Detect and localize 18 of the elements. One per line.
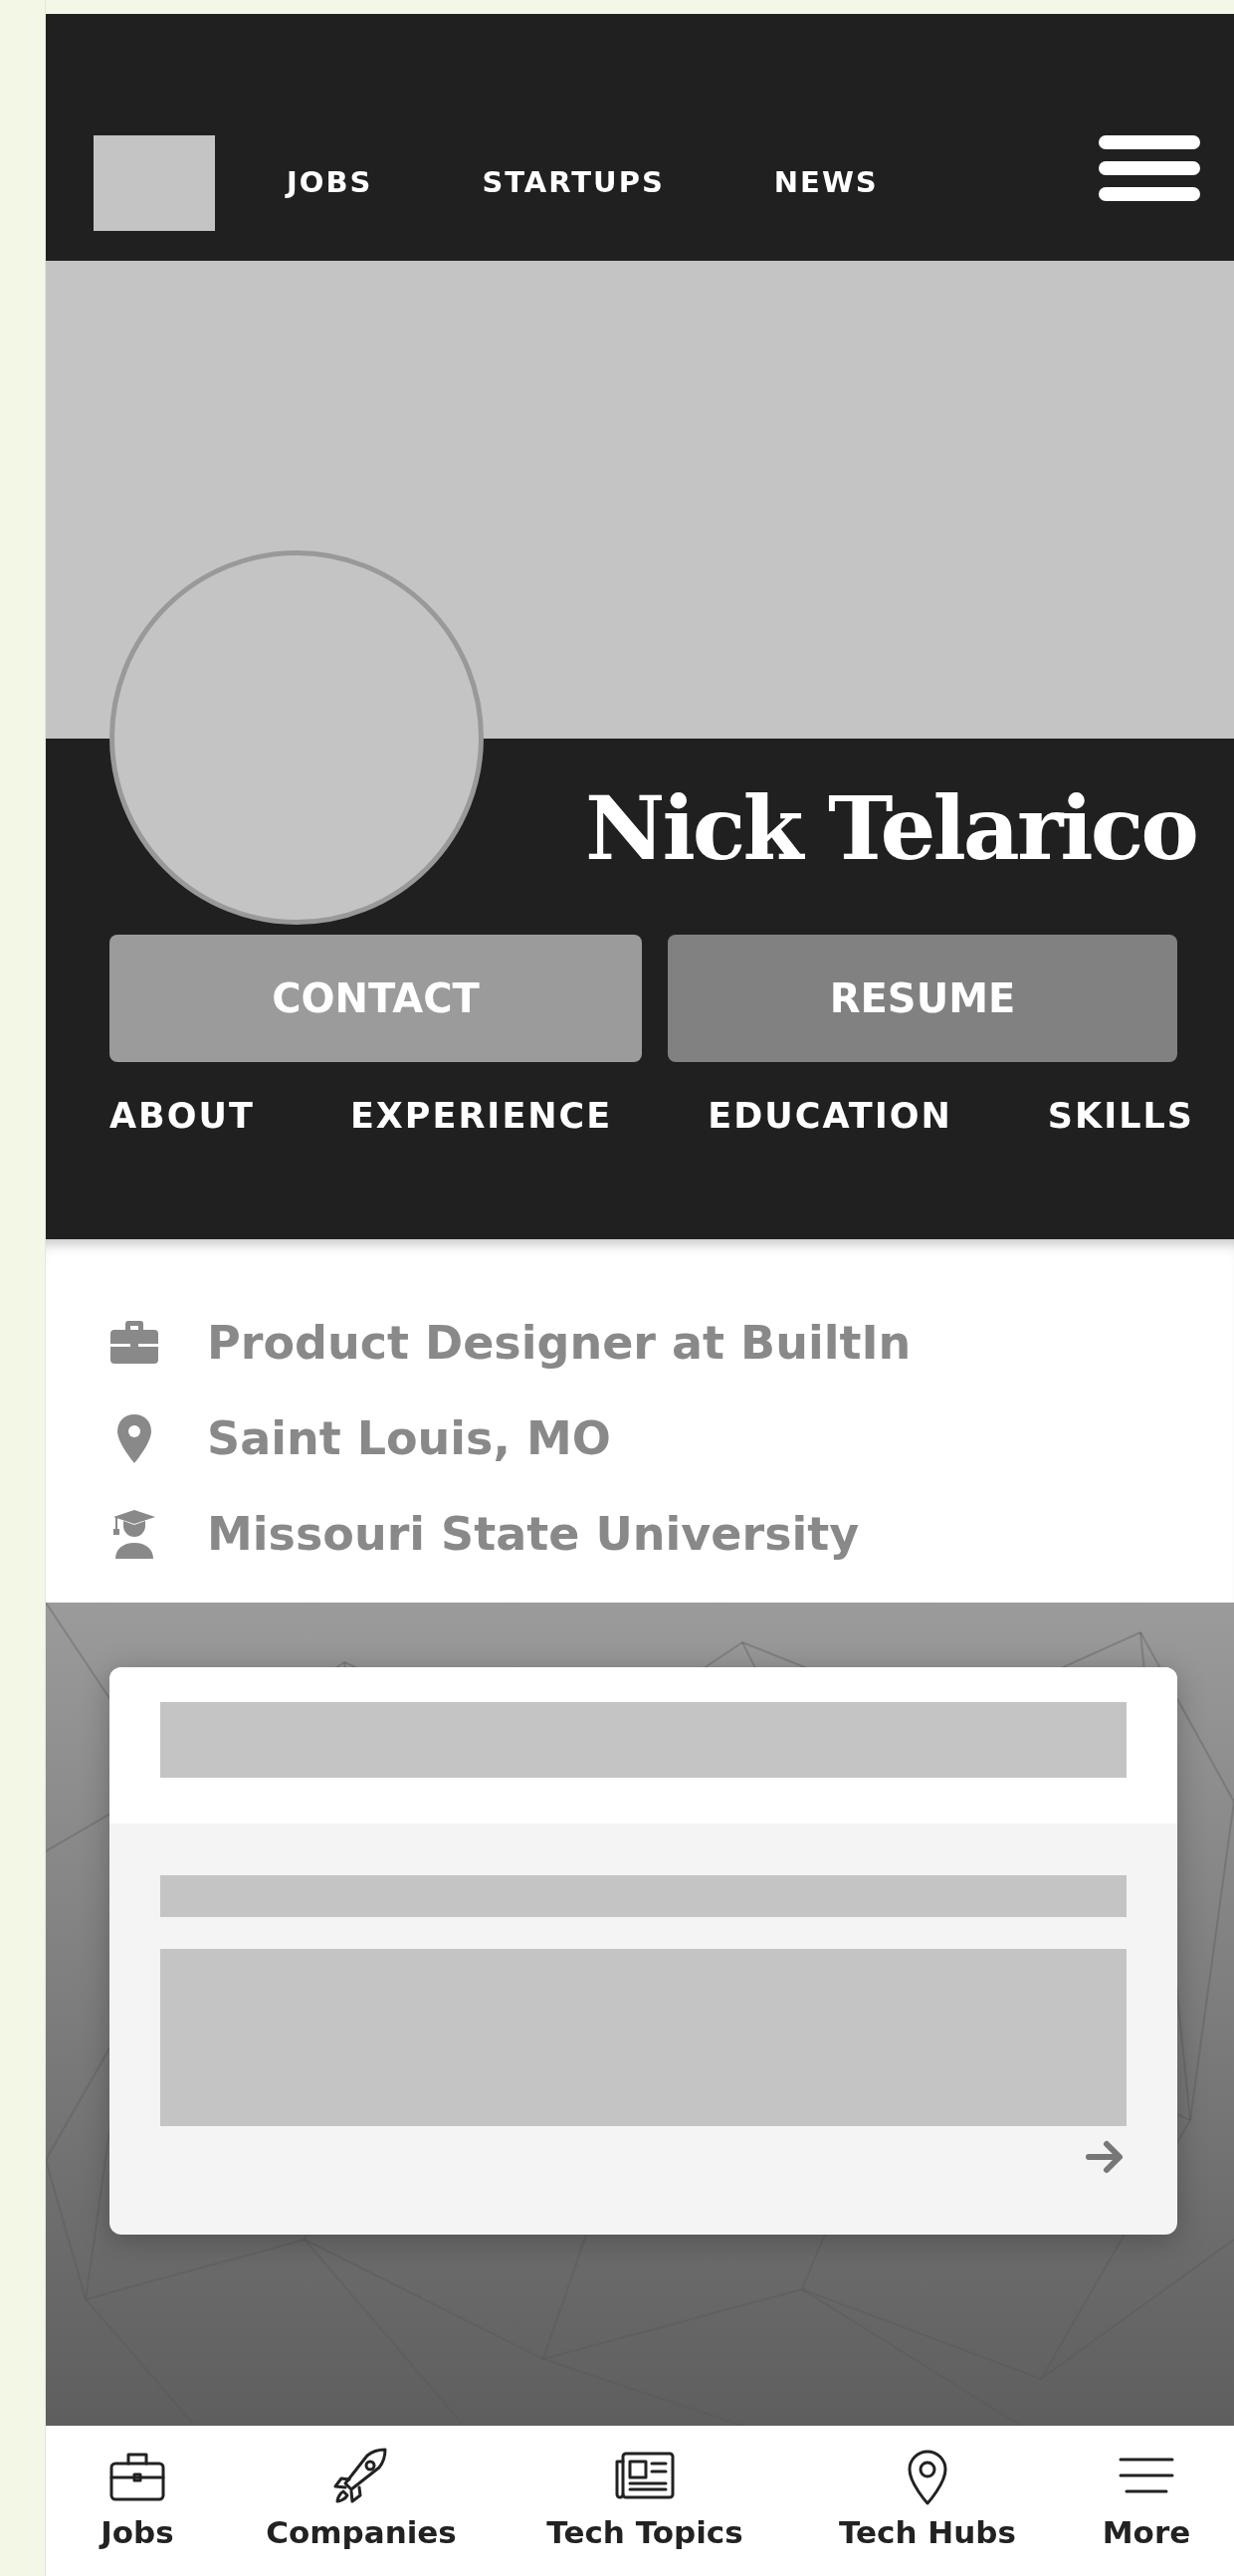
menu-icon[interactable]: [1099, 135, 1200, 201]
resume-button[interactable]: RESUME: [668, 934, 1177, 1062]
section-tab[interactable]: EXPERIENCE: [349, 1089, 613, 1143]
section-tab[interactable]: EDUCATION: [708, 1089, 952, 1143]
bottom-nav-item[interactable]: Tech Topics: [494, 2446, 796, 2556]
bottom-nav-item[interactable]: More: [1059, 2446, 1234, 2556]
detail-text: Saint Louis, MO: [207, 1409, 611, 1467]
detail-text: Missouri State University: [207, 1505, 860, 1563]
bottom-nav-item[interactable]: Jobs: [46, 2446, 229, 2556]
nav-link[interactable]: STARTUPS: [482, 134, 665, 231]
nav-link[interactable]: JOBS: [287, 134, 373, 231]
section-tab[interactable]: SKILLS: [1047, 1089, 1194, 1143]
profile-name: Nick Telarico: [585, 780, 1194, 877]
bottom-nav-item[interactable]: Tech Hubs: [796, 2446, 1059, 2556]
detail-text: Product Designer at BuiltIn: [207, 1314, 912, 1372]
section-tab[interactable]: ABOUT: [109, 1089, 255, 1143]
bottom-nav-item[interactable]: Companies: [229, 2446, 494, 2556]
nav-link[interactable]: NEWS: [773, 134, 879, 231]
